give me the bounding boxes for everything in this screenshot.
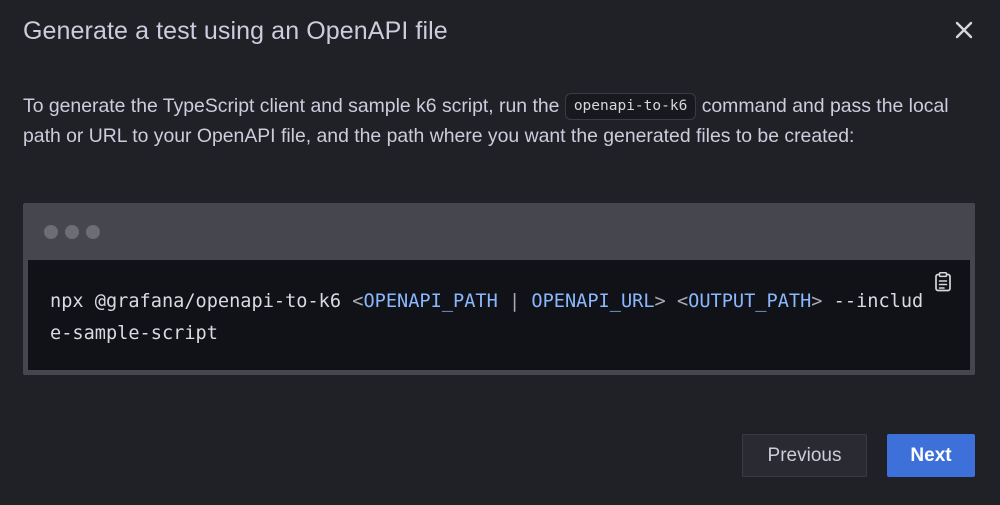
command-space: [666, 291, 677, 312]
next-button[interactable]: Next: [887, 434, 975, 477]
command-lt: <: [676, 291, 689, 312]
command-prefix: npx @grafana/openapi-to-k6: [50, 291, 353, 312]
modal-dialog: Generate a test using an OpenAPI file To…: [0, 0, 1000, 505]
dialog-title: Generate a test using an OpenAPI file: [23, 17, 448, 45]
command-var-openapi-path: OPENAPI_PATH: [363, 291, 498, 312]
command-gt: >: [811, 291, 823, 312]
window-dot-icon: [86, 225, 100, 239]
command-text: npx @grafana/openapi-to-k6 <OPENAPI_PATH…: [50, 286, 930, 350]
close-icon: [955, 21, 973, 39]
window-dot-icon: [65, 225, 79, 239]
copy-button[interactable]: [931, 270, 955, 294]
close-button[interactable]: [950, 16, 978, 44]
window-dot-icon: [44, 225, 58, 239]
code-block: npx @grafana/openapi-to-k6 <OPENAPI_PATH…: [23, 203, 975, 375]
dialog-description: To generate the TypeScript client and sa…: [23, 91, 973, 151]
window-dots: [44, 225, 100, 239]
command-gt: >: [654, 291, 666, 312]
command-lt: <: [352, 291, 364, 312]
command-var-output-path: OUTPUT_PATH: [688, 291, 812, 312]
code-body: npx @grafana/openapi-to-k6 <OPENAPI_PATH…: [28, 260, 970, 370]
inline-command-code: openapi-to-k6: [564, 93, 697, 120]
command-separator: |: [497, 291, 532, 312]
command-var-openapi-url: OPENAPI_URL: [531, 291, 655, 312]
description-text-before: To generate the TypeScript client and sa…: [23, 95, 565, 117]
previous-button[interactable]: Previous: [742, 434, 867, 477]
clipboard-icon: [935, 272, 951, 292]
